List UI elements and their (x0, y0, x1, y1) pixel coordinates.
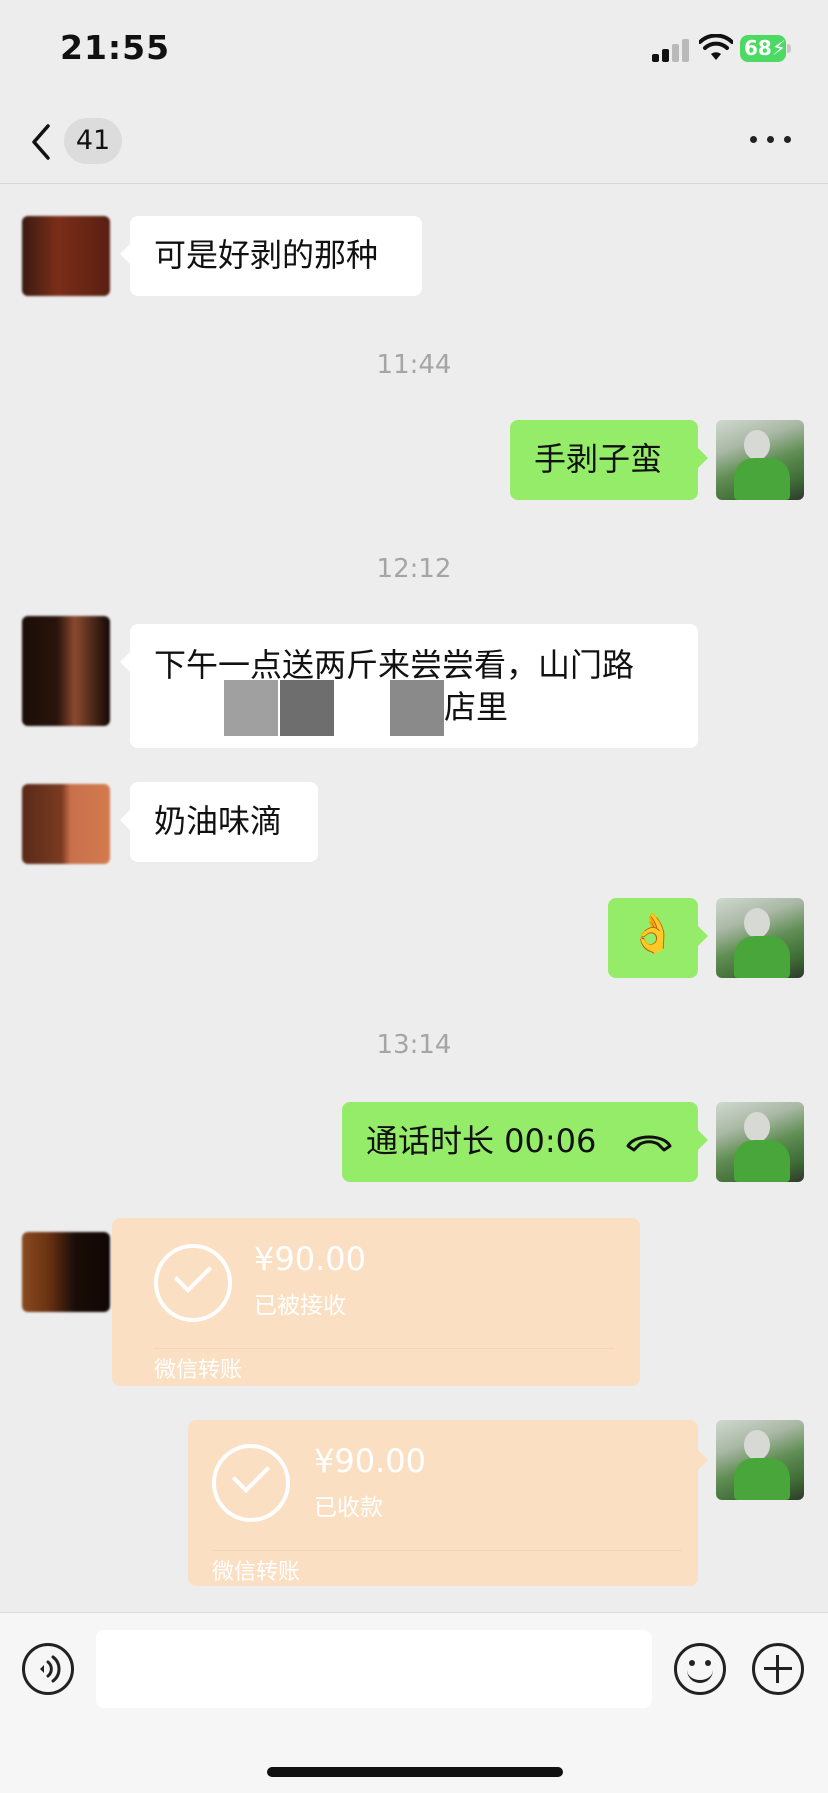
transfer-footer: 微信转账 (212, 1560, 301, 1585)
more-options-icon[interactable] (748, 130, 794, 150)
phone-hangup-icon (626, 1135, 672, 1152)
message-bubble-received[interactable]: 奶油味滴 (120, 782, 318, 862)
message-text-line2: 店里 (444, 688, 509, 726)
my-avatar[interactable] (716, 1102, 804, 1182)
status-time: 21:55 (60, 28, 171, 67)
transfer-status: 已被接收 (254, 1293, 346, 1319)
contact-avatar[interactable] (22, 216, 110, 296)
transfer-status: 已收款 (314, 1495, 383, 1521)
transfer-amount: ¥90.00 (254, 1240, 366, 1278)
redaction-block (280, 680, 334, 736)
status-bar: 21:55 68⚡ (0, 0, 828, 100)
plus-icon[interactable] (752, 1643, 804, 1695)
home-indicator (267, 1767, 563, 1777)
message-bubble-sent[interactable]: 👌 (608, 898, 708, 978)
cellular-signal-icon (652, 38, 692, 62)
battery-icon: 68⚡ (740, 35, 792, 62)
transfer-card-received[interactable]: ¥90.00 已被接收 微信转账 (112, 1218, 640, 1386)
message-text: 奶油味滴 (154, 802, 283, 840)
call-duration-text: 通话时长 00:06 (366, 1122, 597, 1160)
message-bubble-received[interactable]: 可是好剥的那种 (120, 216, 422, 296)
voice-input-icon[interactable] (22, 1643, 74, 1695)
message-text: 手剥子蛮 (534, 440, 663, 478)
check-circle-icon (154, 1244, 232, 1322)
ok-hand-emoji: 👌 (629, 911, 677, 955)
my-avatar[interactable] (716, 1420, 804, 1500)
my-avatar[interactable] (716, 420, 804, 500)
transfer-divider (212, 1550, 682, 1551)
redaction-block (224, 680, 278, 736)
message-timestamp: 11:44 (376, 350, 452, 380)
chat-nav-bar: 41 (0, 100, 828, 184)
check-circle-icon (212, 1444, 290, 1522)
message-bubble-sent[interactable]: 手剥子蛮 (510, 420, 708, 500)
transfer-footer: 微信转账 (154, 1358, 243, 1383)
message-input[interactable] (96, 1630, 652, 1708)
transfer-amount: ¥90.00 (314, 1442, 426, 1480)
message-text: 可是好剥的那种 (154, 236, 379, 274)
battery-level: 68 (744, 36, 772, 60)
chat-input-bar (0, 1612, 828, 1793)
message-text-line2-container: 店里 (154, 680, 674, 736)
my-avatar[interactable] (716, 898, 804, 978)
transfer-divider (154, 1348, 614, 1349)
message-timestamp: 12:12 (376, 554, 452, 584)
message-bubble-received[interactable]: 下午一点送两斤来尝尝看，山门路 店里 (120, 624, 698, 748)
back-chevron-icon[interactable] (26, 120, 56, 164)
call-record-bubble[interactable]: 通话时长 00:06 (342, 1102, 708, 1182)
contact-avatar[interactable] (22, 1232, 110, 1312)
transfer-card-sent[interactable]: ¥90.00 已收款 微信转账 (188, 1420, 708, 1586)
contact-avatar[interactable] (22, 784, 110, 864)
contact-avatar[interactable] (22, 616, 110, 726)
wifi-icon (699, 34, 733, 60)
redaction-block (390, 680, 444, 736)
emoji-icon[interactable] (674, 1643, 726, 1695)
message-timestamp: 13:14 (376, 1030, 452, 1060)
unread-count-badge[interactable]: 41 (64, 118, 122, 164)
